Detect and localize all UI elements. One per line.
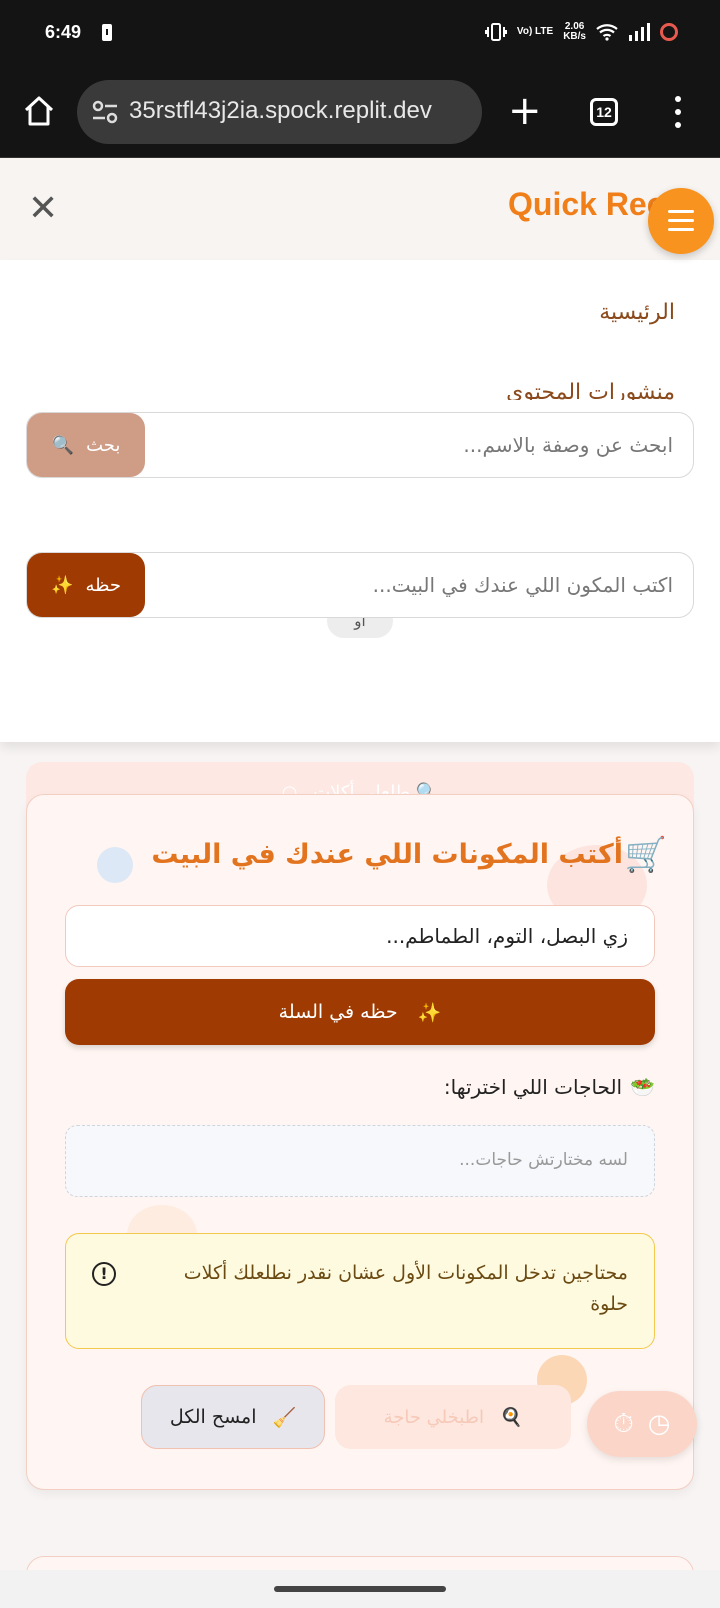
nav-item-home[interactable]: الرئيسية (599, 300, 675, 325)
picked-items-list: لسه مختارتش حاجات... (65, 1125, 655, 1197)
empty-list-text: لسه مختارتش حاجات... (459, 1150, 628, 1170)
system-icons: Vo) LTE 2.06 KB/s (484, 21, 678, 42)
clear-all-button[interactable]: 🧹 امسح الكل (141, 1385, 325, 1449)
warning-icon: ! (92, 1262, 116, 1286)
home-gesture-handle[interactable] (274, 1586, 446, 1592)
vibrate-icon (484, 23, 507, 41)
stopwatch-icon: ⏱ (613, 1408, 634, 1439)
alert-message: محتاجين تدخل المكونات الأول عشان نقدر نط… (183, 1262, 628, 1315)
add-to-basket-button[interactable]: ✨ حظه في السلة (65, 979, 655, 1045)
search-input[interactable]: ابحث عن وصفة بالاسم... (463, 433, 673, 457)
cook-something-button[interactable]: 🍳 اطبخلي حاجة (335, 1385, 571, 1449)
hamburger-menu-button[interactable] (648, 188, 714, 254)
search-button-label: بحث (86, 434, 121, 456)
sparkles-icon: ✨ (417, 1001, 442, 1024)
wifi-icon (596, 24, 618, 41)
ingredients-card: 🛒 أكتب المكونات اللي عندك في البيت زي ال… (26, 794, 697, 1490)
status-bar: 6:49 Vo) LTE 2.06 KB/s (0, 0, 720, 70)
url-text: 35rstfl43j2ia.spock.replit.dev (129, 97, 432, 124)
sync-icon (660, 23, 678, 41)
browser-toolbar: 35rstfl43j2ia.spock.replit.dev + 12 (0, 70, 720, 158)
address-bar[interactable]: 35rstfl43j2ia.spock.replit.dev (77, 80, 482, 144)
broom-icon: 🧹 (272, 1406, 297, 1429)
frying-pan-icon: 🍳 (500, 1406, 523, 1428)
home-icon[interactable] (22, 94, 56, 128)
tab-switcher-button[interactable]: 12 (590, 98, 618, 126)
site-settings-icon[interactable] (91, 100, 119, 124)
web-page: ✕ Quick Reci الرئيسية منشورات المحتوى اب… (0, 158, 720, 1578)
add-button-label: حظه في السلة (278, 1001, 398, 1023)
signal-icon (629, 23, 650, 41)
search-button[interactable]: بحث 🔍 (27, 413, 145, 477)
close-icon[interactable]: ✕ (28, 188, 58, 229)
network-speed: 2.06 KB/s (563, 21, 586, 42)
nav-item-posts[interactable]: منشورات المحتوى (506, 380, 675, 400)
site-header: ✕ Quick Reci (0, 158, 720, 260)
timer-icon: ◷ (647, 1409, 671, 1439)
timer-button[interactable]: ⏱ ◷ (587, 1391, 697, 1457)
browser-menu-icon[interactable] (675, 96, 681, 128)
save-button-label: حظه (85, 574, 121, 596)
clock: 6:49 (45, 22, 82, 42)
recipe-search-field: ابحث عن وصفة بالاسم... بحث 🔍 (26, 412, 694, 478)
ingredient-input[interactable]: اكتب المكون اللي عندك في البيت... (373, 573, 673, 597)
sparkles-icon: ✨ (51, 574, 74, 596)
new-tab-icon[interactable]: + (508, 88, 542, 134)
shopping-cart-icon: 🛒 (624, 835, 667, 875)
search-icon: 🔍 (51, 434, 75, 456)
warning-alert: محتاجين تدخل المكونات الأول عشان نقدر نط… (65, 1233, 655, 1349)
ingredient-input-placeholder: زي البصل، التوم، الطماطم... (386, 924, 628, 948)
clear-button-label: امسح الكل (169, 1406, 257, 1428)
battery-alert-icon (102, 24, 112, 41)
save-ingredient-button[interactable]: حظه ✨ (27, 553, 145, 617)
card-title: أكتب المكونات اللي عندك في البيت (151, 839, 623, 870)
cook-button-label: اطبخلي حاجة (383, 1406, 485, 1428)
network-label: Vo) LTE (516, 26, 554, 37)
picked-items-label: 🥗 الحاجات اللي اخترتها: (443, 1075, 655, 1099)
salad-icon: 🥗 (630, 1075, 655, 1099)
nav-drawer: الرئيسية منشورات المحتوى ابحث عن وصفة با… (0, 260, 720, 824)
gesture-bar (0, 1570, 720, 1608)
bubble-decoration (97, 847, 133, 883)
ingredient-text-input[interactable]: زي البصل، التوم، الطماطم... (65, 905, 655, 967)
ingredient-field: اكتب المكون اللي عندك في البيت... حظه ✨ (26, 552, 694, 618)
